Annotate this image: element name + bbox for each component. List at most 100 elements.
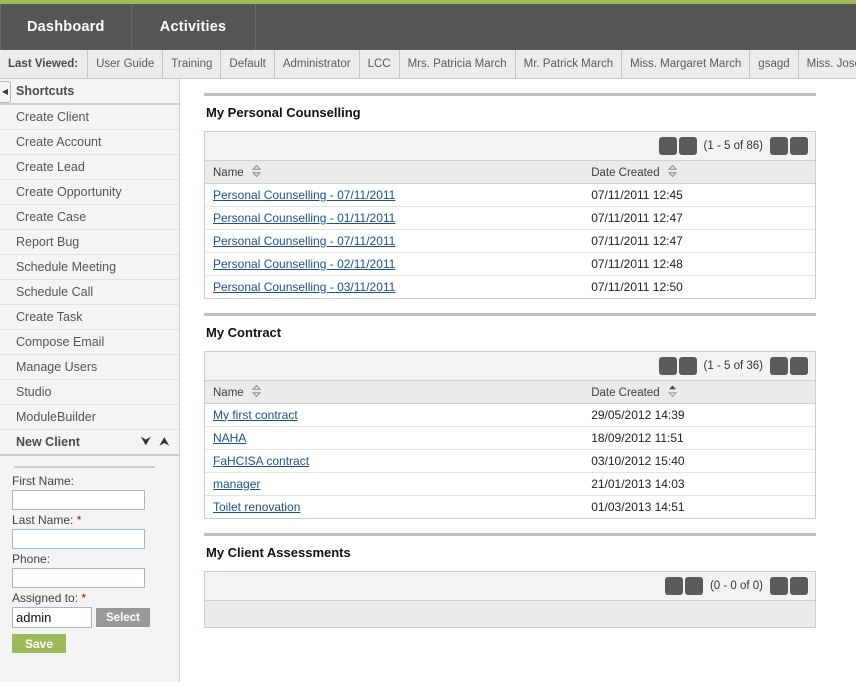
- column-header-date-created-label: Date Created: [591, 387, 660, 400]
- record-link[interactable]: Personal Counselling - 03/11/2011: [213, 280, 395, 294]
- last-viewed-item-administrator[interactable]: Administrator: [273, 50, 359, 78]
- first-name-input[interactable]: [12, 490, 145, 510]
- record-link[interactable]: Toilet renovation: [213, 500, 300, 514]
- sidebar-item-create-client[interactable]: Create Client: [0, 105, 179, 130]
- dashlet-title: My Contract: [206, 325, 282, 340]
- page-end-icon[interactable]: [790, 137, 808, 155]
- page-next-icon[interactable]: [770, 137, 788, 155]
- table-row: Personal Counselling - 03/11/2011 07/11/…: [205, 275, 815, 298]
- sidebar-item-label: Create Opportunity: [16, 185, 122, 199]
- page-next-icon[interactable]: [770, 577, 788, 595]
- sidebar-item-label: Manage Users: [16, 360, 98, 374]
- page-body: ◀ Shortcuts Create Client Create Account…: [0, 79, 856, 682]
- page-start-icon[interactable]: [658, 357, 677, 375]
- last-viewed-item-default[interactable]: Default: [220, 50, 273, 78]
- last-viewed-item-gsagd[interactable]: gsagd: [749, 50, 797, 78]
- sidebar-item-modulebuilder[interactable]: ModuleBuilder: [0, 405, 179, 430]
- last-name-label-text: Last Name:: [12, 513, 74, 527]
- double-chevron-up-icon[interactable]: ⮝: [160, 436, 169, 448]
- table-row: Personal Counselling - 01/11/2011 07/11/…: [205, 206, 815, 230]
- record-link[interactable]: FaHCISA contract: [213, 454, 309, 468]
- sidebar-item-create-lead[interactable]: Create Lead: [0, 155, 179, 180]
- sidebar-item-create-opportunity[interactable]: Create Opportunity: [0, 180, 179, 205]
- new-client-header-icons: ⮟ ⮝: [141, 436, 169, 448]
- column-header-name[interactable]: Name: [205, 161, 584, 184]
- last-viewed-item-josephine[interactable]: Miss. Josephine: [797, 50, 856, 78]
- sidebar-item-schedule-meeting[interactable]: Schedule Meeting: [0, 255, 179, 280]
- cell-date-created: 07/11/2011 12:48: [583, 252, 815, 276]
- last-viewed-item-lcc[interactable]: LCC: [358, 50, 399, 78]
- sidebar-item-compose-email[interactable]: Compose Email: [0, 330, 179, 355]
- page-prev-icon[interactable]: [678, 137, 697, 155]
- select-user-button[interactable]: Select: [96, 608, 150, 627]
- section-divider: [204, 533, 816, 536]
- nav-tab-activities[interactable]: Activities: [132, 4, 256, 50]
- column-header-date-created[interactable]: Date Created: [583, 381, 815, 404]
- nav-tab-activities-label: Activities: [159, 19, 227, 35]
- sidebar-item-schedule-call[interactable]: Schedule Call: [0, 280, 179, 305]
- page-prev-icon[interactable]: [684, 577, 703, 595]
- sidebar-item-label: Schedule Call: [16, 285, 94, 299]
- page-prev-icon[interactable]: [678, 357, 697, 375]
- dashlet-title: My Personal Counselling: [206, 105, 361, 120]
- last-name-input[interactable]: [12, 529, 145, 549]
- record-link[interactable]: Personal Counselling - 01/11/2011: [213, 211, 395, 225]
- sidebar-item-create-account[interactable]: Create Account: [0, 130, 179, 155]
- cell-date-created: 29/05/2012 14:39: [583, 403, 815, 427]
- page-start-icon[interactable]: [664, 577, 683, 595]
- last-viewed-item-training[interactable]: Training: [162, 50, 220, 78]
- sidebar-item-manage-users[interactable]: Manage Users: [0, 355, 179, 380]
- record-link[interactable]: Personal Counselling - 07/11/2011: [213, 234, 395, 248]
- record-link[interactable]: NAHA: [213, 431, 246, 445]
- record-link[interactable]: manager: [213, 477, 260, 491]
- column-header-date-created-label: Date Created: [591, 167, 660, 180]
- section-divider: [204, 93, 816, 96]
- last-viewed-item-margaret-march[interactable]: Miss. Margaret March: [621, 50, 749, 78]
- last-name-label: Last Name: *: [12, 513, 169, 527]
- phone-input[interactable]: [12, 568, 145, 588]
- page-next-icon[interactable]: [770, 357, 788, 375]
- last-viewed-item-patricia-march[interactable]: Mrs. Patricia March: [398, 50, 515, 78]
- sidebar-item-label: Create Task: [16, 310, 83, 324]
- table-header-row: Name Date Created: [205, 381, 815, 404]
- required-marker-icon: *: [76, 513, 82, 527]
- pagination-count: (0 - 0 of 0): [709, 580, 763, 592]
- new-client-divider: [14, 466, 155, 468]
- sort-both-icon: [251, 165, 261, 178]
- new-client-form: First Name: Last Name: * Phone: Assigned…: [0, 466, 179, 659]
- cell-name: Personal Counselling - 01/11/2011: [205, 206, 584, 230]
- last-viewed-item-user-guide[interactable]: User Guide: [87, 50, 162, 78]
- page-start-icon[interactable]: [658, 137, 677, 155]
- sidebar-item-create-task[interactable]: Create Task: [0, 305, 179, 330]
- double-chevron-down-icon[interactable]: ⮟: [141, 436, 150, 448]
- cell-date-created: 07/11/2011 12:45: [583, 183, 815, 207]
- sidebar-item-create-case[interactable]: Create Case: [0, 205, 179, 230]
- new-client-panel-header: New Client ⮟ ⮝: [0, 430, 179, 456]
- column-header-name[interactable]: Name: [205, 381, 584, 404]
- page-end-icon[interactable]: [790, 357, 808, 375]
- phone-label: Phone:: [12, 552, 169, 566]
- nav-tab-dashboard-label: Dashboard: [27, 19, 105, 35]
- record-link[interactable]: Personal Counselling - 02/11/2011: [213, 257, 395, 271]
- table-row: Personal Counselling - 07/11/2011 07/11/…: [205, 183, 815, 207]
- sort-both-icon: [251, 385, 261, 398]
- dashlet-title: My Client Assessments: [206, 545, 351, 560]
- pagination-count: (1 - 5 of 86): [703, 140, 763, 152]
- cell-date-created: 07/11/2011 12:47: [583, 229, 815, 253]
- cell-name: Personal Counselling - 02/11/2011: [205, 252, 584, 276]
- cell-date-created: 07/11/2011 12:50: [583, 275, 815, 298]
- last-viewed-item-patrick-march[interactable]: Mr. Patrick March: [514, 50, 621, 78]
- sidebar-item-studio[interactable]: Studio: [0, 380, 179, 405]
- assigned-to-input[interactable]: [12, 607, 92, 628]
- nav-tab-dashboard[interactable]: Dashboard: [0, 4, 132, 50]
- sidebar-item-report-bug[interactable]: Report Bug: [0, 230, 179, 255]
- page-end-icon[interactable]: [790, 577, 808, 595]
- save-button[interactable]: Save: [12, 634, 67, 653]
- cell-date-created: 21/01/2013 14:03: [583, 472, 815, 496]
- record-link[interactable]: Personal Counselling - 07/11/2011: [213, 188, 395, 202]
- phone-label-text: Phone:: [12, 552, 51, 566]
- column-header-date-created[interactable]: Date Created: [583, 161, 815, 184]
- sidebar-collapse-toggle[interactable]: ◀: [0, 81, 11, 103]
- dashlet-panel: (1 - 5 of 36) Name Date Created My first…: [204, 351, 816, 519]
- record-link[interactable]: My first contract: [213, 408, 298, 422]
